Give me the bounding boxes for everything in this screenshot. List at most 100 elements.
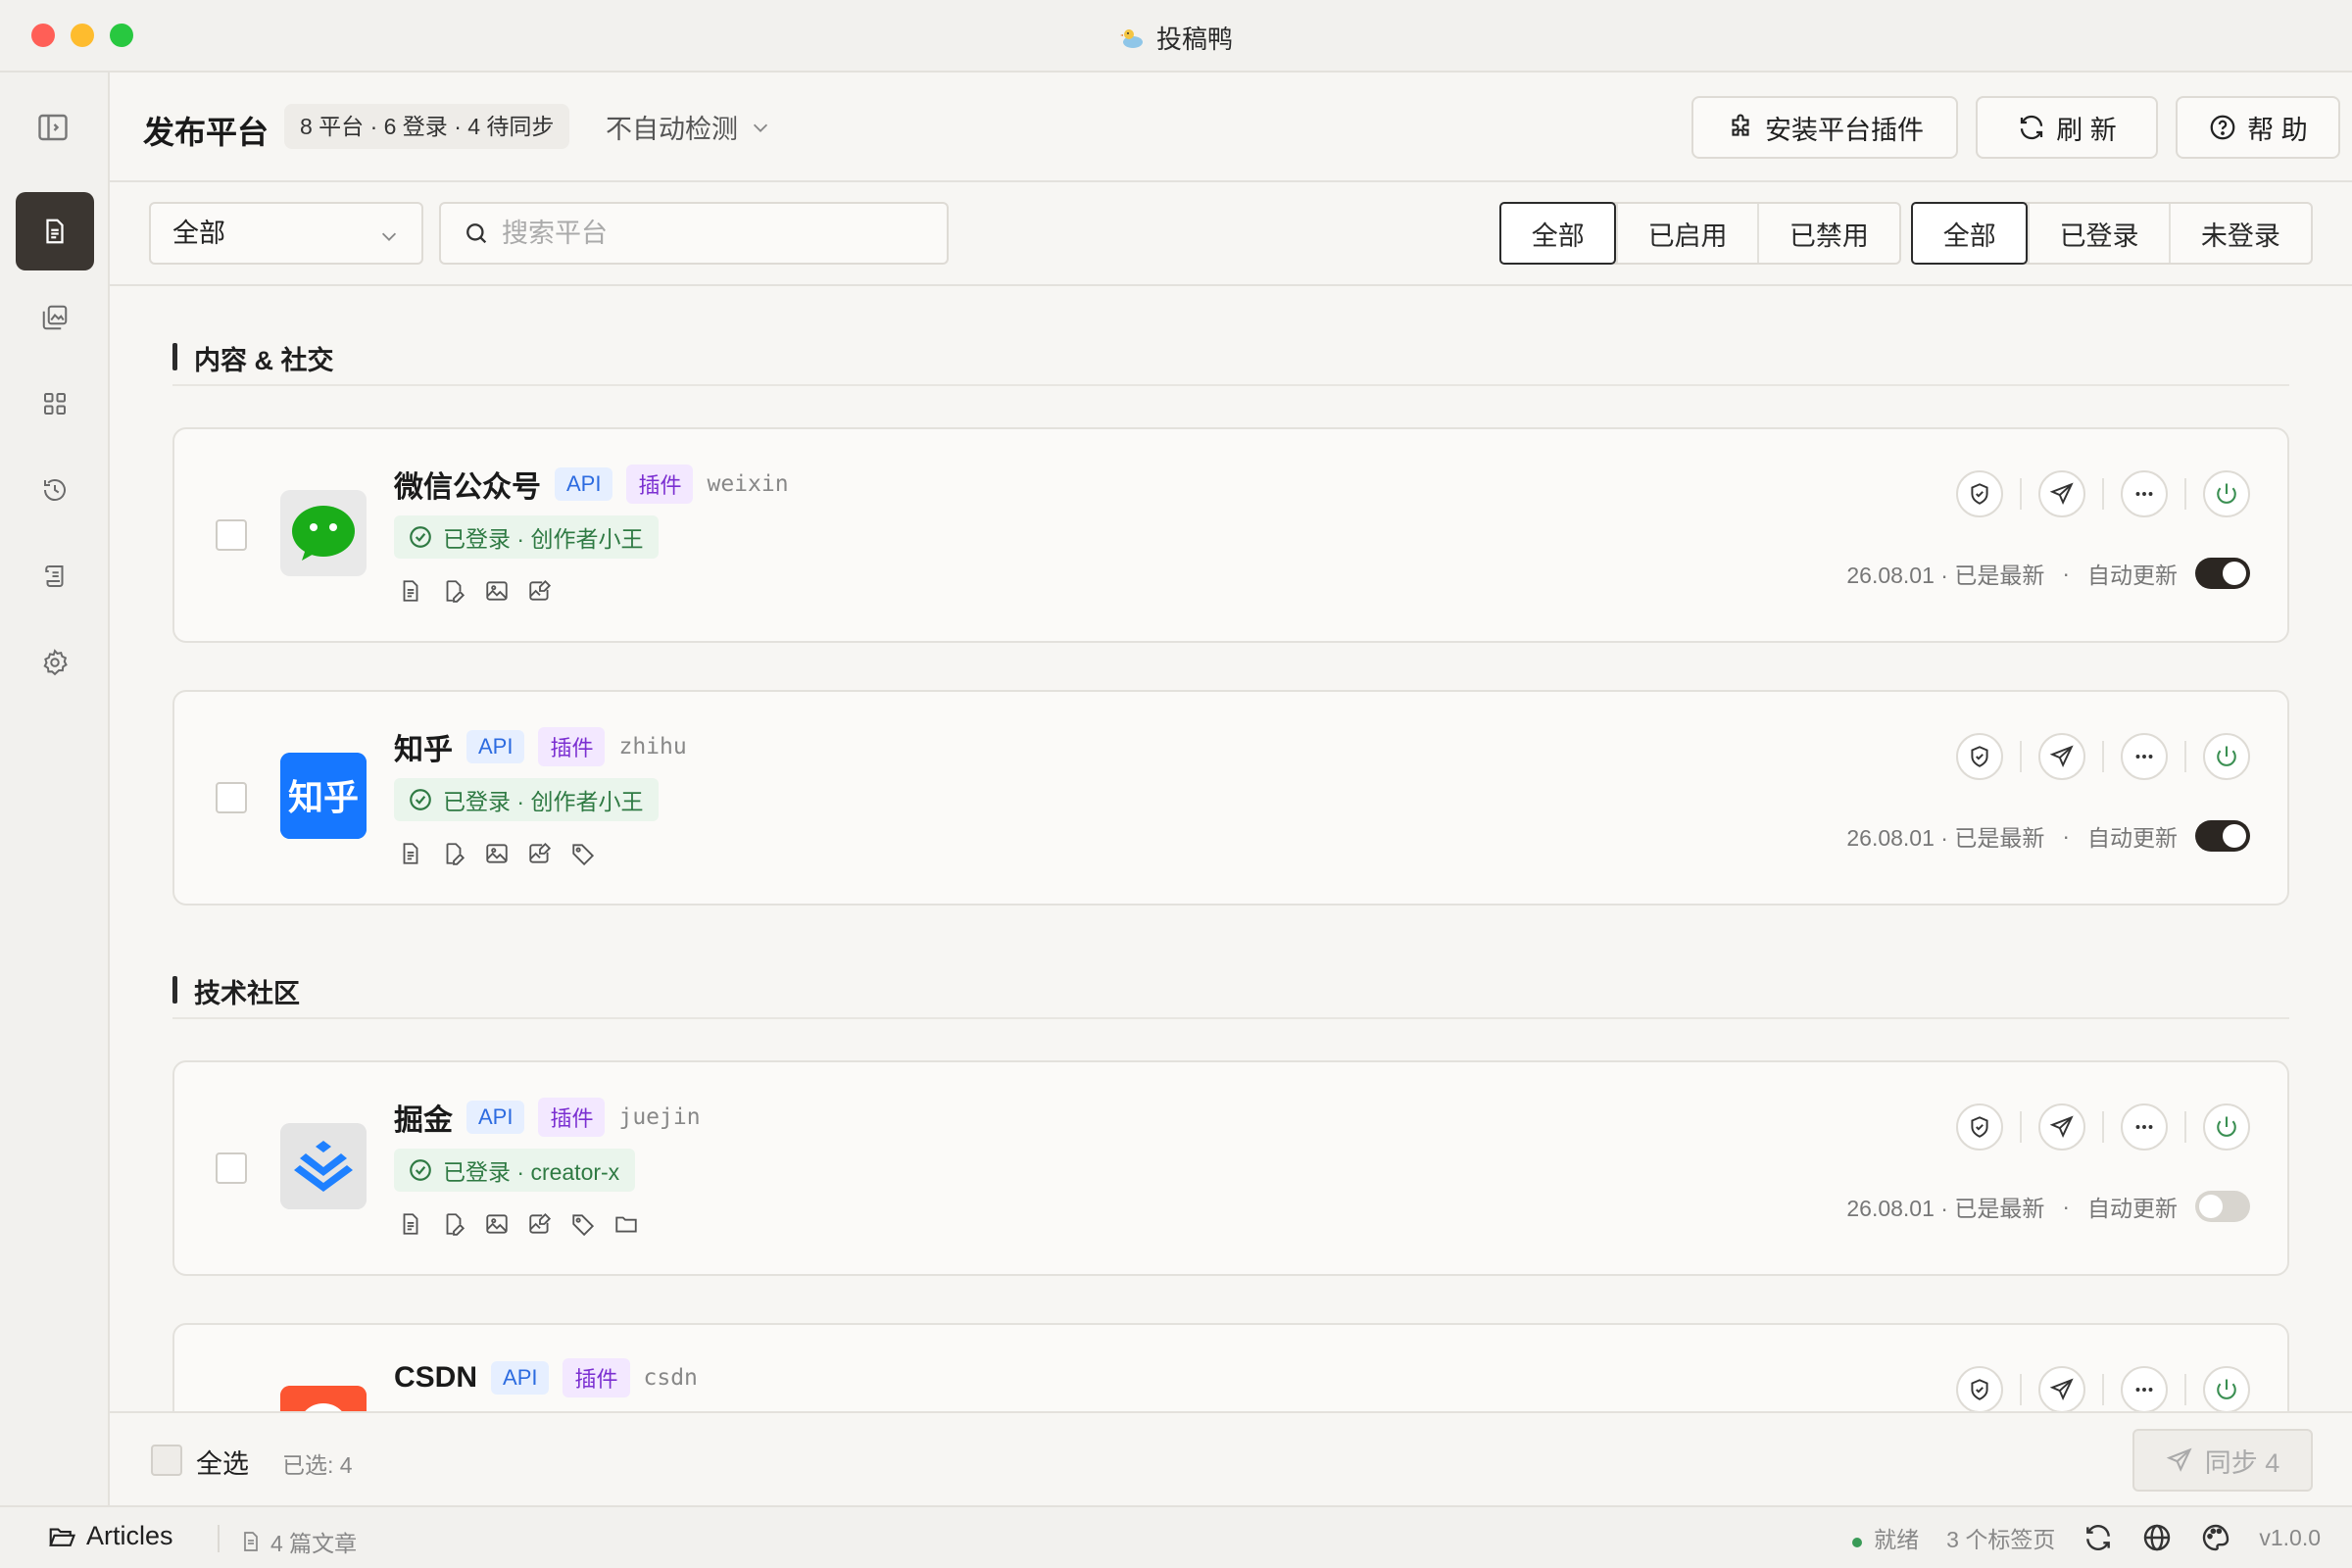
tab-count: 3 个标签页 xyxy=(1946,1527,2056,1552)
power-button[interactable] xyxy=(2203,1366,2250,1411)
sidebar-item-logs[interactable] xyxy=(16,537,94,615)
page-title: 发布平台 xyxy=(143,115,270,150)
select-checkbox[interactable] xyxy=(216,782,247,813)
sidebar-toggle-icon[interactable] xyxy=(35,110,71,145)
login-filter-logged-out[interactable]: 未登录 xyxy=(2168,204,2311,263)
sidebar-item-history[interactable] xyxy=(16,451,94,529)
sync-button[interactable]: 同步 4 xyxy=(2132,1429,2313,1492)
edit-icon xyxy=(446,843,466,865)
meta-separator: · xyxy=(2062,1193,2070,1219)
tag-icon xyxy=(572,1214,595,1237)
more-button[interactable] xyxy=(2121,1103,2168,1151)
folder-icon xyxy=(615,1216,637,1233)
shield-button[interactable] xyxy=(1956,470,2003,517)
login-filter-group: 全部 已登录 未登录 xyxy=(1911,202,2313,265)
selected-count: 已选: 4 xyxy=(282,1452,353,1478)
article-icon xyxy=(403,843,418,864)
auto-update-label: 自动更新 xyxy=(2087,563,2178,588)
login-status-text: 已登录 · creator-x xyxy=(443,1159,620,1185)
platform-actions xyxy=(1956,1103,2250,1151)
check-circle-icon xyxy=(410,526,431,548)
help-button[interactable]: 帮 助 xyxy=(2176,96,2340,159)
more-button[interactable] xyxy=(2121,470,2168,517)
sync-icon[interactable] xyxy=(2082,1522,2114,1553)
power-icon xyxy=(2217,1116,2236,1137)
shield-button[interactable] xyxy=(1956,733,2003,780)
platform-name: CSDN xyxy=(394,1361,478,1394)
select-checkbox[interactable] xyxy=(216,519,247,551)
power-button[interactable] xyxy=(2203,1103,2250,1151)
platform-id: zhihu xyxy=(618,734,687,760)
publish-button[interactable] xyxy=(2038,1103,2085,1151)
more-button[interactable] xyxy=(2121,1366,2168,1411)
image-edit-icon xyxy=(529,1212,552,1234)
refresh-button[interactable]: 刷 新 xyxy=(1976,96,2158,159)
svg-text:知乎: 知乎 xyxy=(288,778,359,818)
select-all-label[interactable]: 全选 xyxy=(196,1443,249,1481)
capability-icons xyxy=(398,1211,639,1237)
publish-button[interactable] xyxy=(2038,470,2085,517)
power-button[interactable] xyxy=(2203,733,2250,780)
sidebar-item-platforms[interactable] xyxy=(16,365,94,443)
puzzle-icon xyxy=(1732,114,1749,136)
document-icon xyxy=(46,219,64,244)
publish-button[interactable] xyxy=(2038,733,2085,780)
login-status-text: 已登录 · 创作者小王 xyxy=(443,789,644,814)
chevron-down-icon xyxy=(381,232,397,241)
status-filter-all[interactable]: 全部 xyxy=(1499,202,1617,265)
article-count-text: 4 篇文章 xyxy=(270,1531,358,1556)
ready-status-text: 就绪 xyxy=(1874,1527,1920,1552)
document-icon xyxy=(244,1532,258,1551)
sidebar-item-articles[interactable] xyxy=(16,192,94,270)
status-right: 就绪 3 个标签页 v1.0.0 xyxy=(1852,1521,2321,1554)
auto-detect-dropdown[interactable]: 不自动检测 xyxy=(606,108,771,146)
filter-bar: 全部 全部 已启用 已禁用 全部 已登录 未登录 xyxy=(110,182,2352,286)
power-icon xyxy=(2217,746,2236,766)
window-title-text: 投稿鸭 xyxy=(1155,24,1233,54)
login-status-text: 已登录 · 创作者小王 xyxy=(443,526,644,552)
status-filter-enabled[interactable]: 已启用 xyxy=(1616,204,1756,263)
status-filter-disabled[interactable]: 已禁用 xyxy=(1756,204,1899,263)
more-button[interactable] xyxy=(2121,733,2168,780)
section-title: 内容 & 社交 xyxy=(172,339,334,377)
auto-update-toggle[interactable] xyxy=(2195,1191,2250,1222)
select-checkbox[interactable] xyxy=(216,1152,247,1184)
shield-button[interactable] xyxy=(1956,1366,2003,1411)
install-plugin-button[interactable]: 安装平台插件 xyxy=(1691,96,1958,159)
shield-button[interactable] xyxy=(1956,1103,2003,1151)
edit-icon xyxy=(446,580,466,603)
auto-update-toggle[interactable] xyxy=(2195,558,2250,589)
login-filter-all[interactable]: 全部 xyxy=(1911,202,2029,265)
palette-icon[interactable] xyxy=(2200,1522,2231,1553)
login-filter-logged-in[interactable]: 已登录 xyxy=(2028,204,2168,263)
title-bar: 投稿鸭 xyxy=(0,0,2352,73)
category-select[interactable]: 全部 xyxy=(149,202,423,265)
page-header: 发布平台 8 平台 · 6 登录 · 4 待同步 不自动检测 安装平台插件 刷 … xyxy=(110,73,2352,182)
sidebar-item-images[interactable] xyxy=(16,278,94,357)
sidebar-item-settings[interactable] xyxy=(16,623,94,702)
select-all-checkbox[interactable] xyxy=(151,1445,182,1476)
image-icon xyxy=(486,1214,508,1234)
image-edit-icon xyxy=(529,842,552,863)
shield-check-icon xyxy=(1971,483,1988,505)
refresh-icon xyxy=(2021,115,2043,140)
more-icon xyxy=(2135,755,2153,759)
globe-icon[interactable] xyxy=(2141,1522,2173,1553)
workspace-folder[interactable]: Articles xyxy=(47,1521,173,1551)
status-bar: Articles 4 篇文章 就绪 3 个标签页 v1.0.0 xyxy=(0,1505,2352,1568)
version-status: 26.08.01 · 已是最新 xyxy=(1846,825,2045,851)
install-plugin-label: 安装平台插件 xyxy=(1765,115,1924,145)
category-select-value: 全部 xyxy=(172,219,225,248)
publish-button[interactable] xyxy=(2038,1366,2085,1411)
power-icon xyxy=(2217,483,2236,504)
auto-update-toggle[interactable] xyxy=(2195,820,2250,852)
search-input[interactable] xyxy=(502,218,933,249)
version-status: 26.08.01 · 已是最新 xyxy=(1846,563,2045,588)
juejin-logo-icon xyxy=(280,1123,367,1209)
power-button[interactable] xyxy=(2203,470,2250,517)
more-icon xyxy=(2135,492,2153,496)
login-status-badge: 已登录 · creator-x xyxy=(394,1149,636,1192)
platform-card-csdn: CSDN API 插件 csdn xyxy=(172,1323,2289,1411)
status-dot xyxy=(1852,1538,1863,1547)
platform-list[interactable]: 内容 & 社交 微信公众号 API 插件 weixin 已登录 · 创作者小王 xyxy=(110,286,2352,1411)
